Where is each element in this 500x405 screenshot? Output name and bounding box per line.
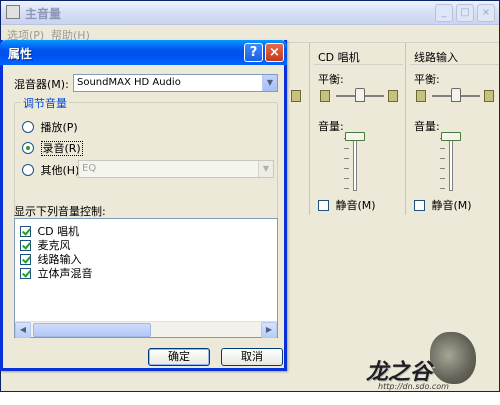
dragon-logo-icon (430, 332, 476, 384)
channel-title: CD 唱机 (318, 51, 360, 64)
channel-cd: CD 唱机 平衡: 音量: 静音(M) (309, 43, 407, 215)
radio-playback[interactable]: 播放(P) (22, 119, 78, 135)
volume-tick (344, 158, 349, 159)
speaker-icon (291, 90, 301, 102)
mixer-label: 混音器(M): (14, 78, 69, 91)
scroll-right-icon[interactable]: ▶ (261, 322, 277, 338)
channel-divider (410, 64, 499, 65)
mute-checkbox[interactable] (318, 199, 329, 211)
chevron-down-icon[interactable]: ▼ (262, 75, 277, 91)
chevron-down-icon[interactable]: ▼ (258, 161, 273, 177)
group-title: 调节音量 (21, 95, 69, 111)
item-checkbox[interactable] (20, 253, 31, 265)
mute-checkbox-row[interactable]: 静音(M) (414, 197, 472, 213)
list-item-stereo-mix[interactable]: 立体声混音 (20, 265, 93, 281)
mute-checkbox[interactable] (414, 199, 425, 211)
radio-recording[interactable]: 录音(R) (22, 140, 83, 156)
dialog-close-button[interactable]: × (265, 43, 284, 62)
right-speaker-icon (388, 90, 398, 102)
dialog-title: 属性 (8, 47, 33, 61)
volume-slider[interactable] (449, 135, 453, 191)
radio-other[interactable]: 其他(H) (22, 162, 79, 178)
volume-controls-list[interactable]: CD 唱机 麦克风 线路输入 立体声混音 ◀ ▶ (14, 218, 278, 338)
radio-button[interactable] (22, 164, 34, 176)
balance-label: 平衡: (318, 73, 344, 86)
channel-line-in: 线路输入 平衡: 音量: 静音(M) (405, 43, 500, 215)
volume-tick (440, 178, 445, 179)
window-title: 主音量 (25, 7, 62, 21)
other-device-select[interactable]: EQ ▼ (78, 160, 274, 178)
other-device-value: EQ (82, 163, 97, 174)
ok-button[interactable]: 确定 (148, 348, 210, 366)
volume-label: 音量: (318, 120, 344, 133)
item-checkbox[interactable] (20, 239, 31, 251)
scroll-left-icon[interactable]: ◀ (15, 322, 31, 338)
mixer-value: SoundMAX HD Audio (77, 77, 181, 88)
mute-label: 静音(M) (335, 199, 376, 212)
item-checkbox[interactable] (20, 267, 31, 279)
volume-slider[interactable] (353, 135, 357, 191)
window-titlebar[interactable]: 主音量 _ □ × (1, 1, 499, 25)
properties-dialog: 属性 ? × 混音器(M): SoundMAX HD Audio ▼ 调节音量 … (0, 40, 287, 371)
item-label: 立体声混音 (37, 267, 93, 280)
radio-label: 播放(P) (40, 121, 78, 134)
radio-label: 录音(R) (40, 141, 83, 156)
cancel-button[interactable]: 取消 (221, 348, 283, 366)
volume-tick (440, 158, 445, 159)
radio-label: 其他(H) (40, 164, 80, 177)
volume-tick (344, 148, 349, 149)
volume-tick (440, 148, 445, 149)
volume-label: 音量: (414, 120, 440, 133)
maximize-button[interactable]: □ (456, 4, 474, 22)
volume-tick (344, 188, 349, 189)
radio-button[interactable] (22, 142, 34, 154)
channel-divider (314, 64, 403, 65)
balance-thumb[interactable] (355, 88, 365, 102)
help-button[interactable]: ? (244, 43, 263, 62)
volume-tick (440, 188, 445, 189)
horizontal-scrollbar[interactable]: ◀ ▶ (15, 321, 277, 338)
speaker-app-icon (6, 5, 20, 19)
left-speaker-icon (416, 90, 426, 102)
mute-label: 静音(M) (431, 199, 472, 212)
volume-thumb[interactable] (441, 132, 461, 141)
minimize-button[interactable]: _ (435, 4, 453, 22)
close-button[interactable]: × (477, 4, 495, 22)
item-checkbox[interactable] (20, 225, 31, 237)
scroll-thumb[interactable] (33, 323, 151, 337)
balance-label: 平衡: (414, 73, 440, 86)
volume-tick (344, 168, 349, 169)
balance-thumb[interactable] (451, 88, 461, 102)
mixer-select[interactable]: SoundMAX HD Audio ▼ (73, 74, 278, 92)
watermark-url: http://dn.sdo.com (378, 382, 449, 391)
dialog-titlebar[interactable]: 属性 ? × (0, 40, 287, 65)
left-speaker-icon (320, 90, 330, 102)
channel-title: 线路输入 (414, 51, 458, 64)
radio-button[interactable] (22, 121, 34, 133)
right-speaker-icon (484, 90, 494, 102)
list-label: 显示下列音量控制: (14, 205, 106, 218)
mute-checkbox-row[interactable]: 静音(M) (318, 197, 376, 213)
volume-thumb[interactable] (345, 132, 365, 141)
volume-tick (344, 178, 349, 179)
volume-tick (440, 168, 445, 169)
